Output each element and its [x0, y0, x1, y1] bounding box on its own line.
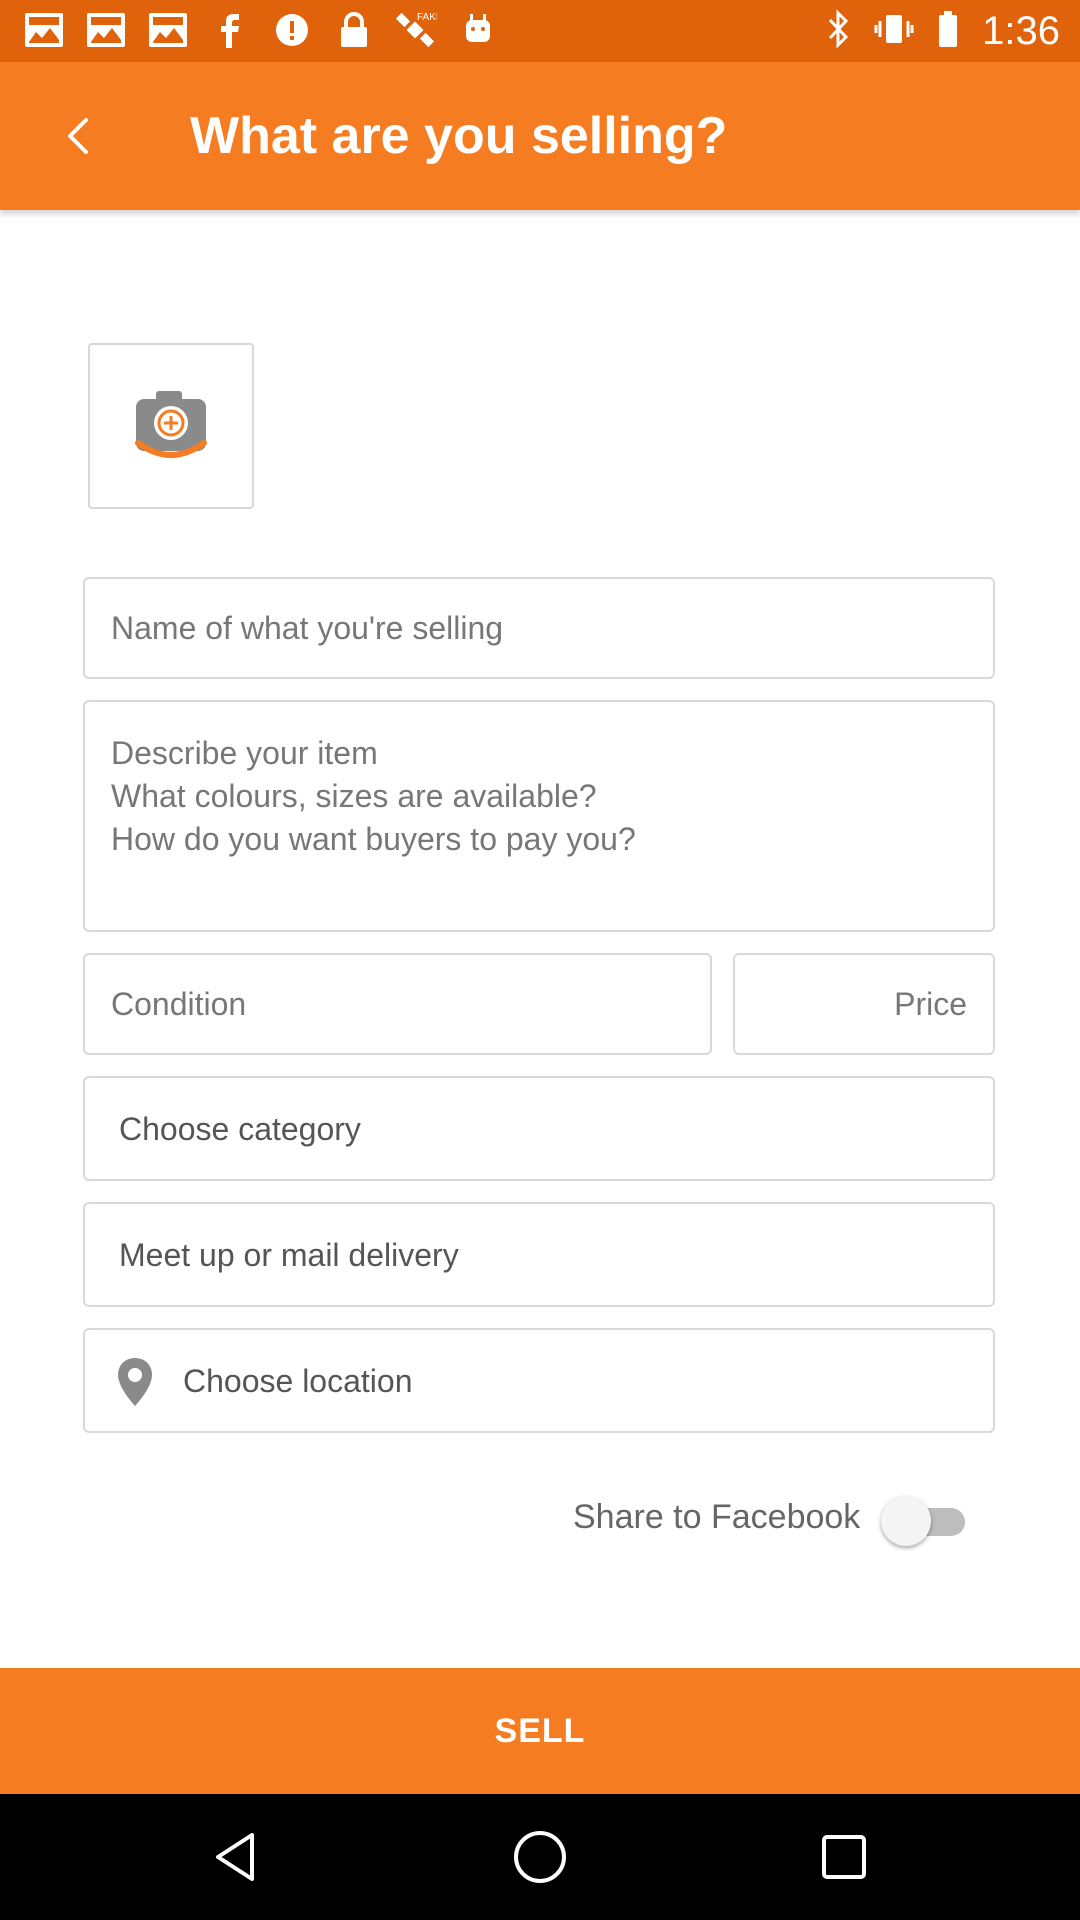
bluetooth-icon	[826, 8, 852, 54]
app-icon	[22, 10, 66, 50]
share-facebook-toggle[interactable]	[881, 1494, 971, 1546]
nav-back-button[interactable]	[201, 1822, 271, 1892]
app-bar: What are you selling?	[0, 62, 1080, 210]
delivery-label: Meet up or mail delivery	[119, 1237, 459, 1273]
nav-home-button[interactable]	[505, 1822, 575, 1892]
delivery-method-button[interactable]: Meet up or mail delivery	[83, 1202, 995, 1307]
location-pin-icon	[118, 1358, 152, 1406]
navigation-bar	[0, 1794, 1080, 1920]
condition-placeholder: Condition	[111, 986, 247, 1022]
system-status: 1:36	[826, 0, 1060, 62]
condition-input[interactable]: Condition	[83, 953, 712, 1055]
nav-recents-button[interactable]	[809, 1822, 879, 1892]
description-line: What colours, sizes are available?	[111, 778, 597, 814]
toggle-knob	[881, 1496, 931, 1546]
description-textarea[interactable]: Describe your item What colours, sizes a…	[83, 700, 995, 932]
price-placeholder: Price	[894, 986, 967, 1022]
info-icon	[270, 10, 314, 50]
page-title: What are you selling?	[190, 107, 728, 165]
battery-icon	[936, 9, 960, 54]
description-placeholder: Describe your item What colours, sizes a…	[111, 732, 636, 861]
lock-icon	[332, 10, 376, 50]
choose-location-button[interactable]: Choose location	[83, 1328, 995, 1433]
status-bar: FAKE 1:36	[0, 0, 1080, 62]
android-icon	[456, 10, 500, 50]
sell-button[interactable]: SELL	[0, 1668, 1080, 1794]
clock: 1:36	[982, 8, 1060, 53]
price-input[interactable]: Price	[733, 953, 995, 1055]
description-line: How do you want buyers to pay you?	[111, 821, 636, 857]
satellite-icon: FAKE	[394, 10, 438, 50]
add-photo-button[interactable]	[88, 343, 254, 509]
vibrate-icon	[874, 9, 914, 54]
recents-square-icon	[822, 1835, 866, 1879]
back-triangle-icon	[216, 1833, 254, 1881]
facebook-icon	[208, 10, 252, 50]
app-icon	[146, 10, 190, 50]
notification-icons: FAKE	[22, 10, 500, 50]
item-name-placeholder: Name of what you're selling	[111, 610, 504, 646]
app-icon	[84, 10, 128, 50]
choose-category-button[interactable]: Choose category	[83, 1076, 995, 1181]
category-label: Choose category	[119, 1111, 361, 1147]
back-button[interactable]	[40, 96, 120, 176]
location-label: Choose location	[183, 1363, 413, 1399]
description-line: Describe your item	[111, 735, 378, 771]
camera-add-icon	[135, 391, 207, 458]
item-name-input[interactable]: Name of what you're selling	[83, 577, 995, 679]
back-arrow-icon	[68, 118, 88, 154]
share-facebook-label: Share to Facebook	[573, 1498, 861, 1536]
home-circle-icon	[514, 1831, 566, 1883]
svg-text:FAKE: FAKE	[417, 12, 437, 23]
